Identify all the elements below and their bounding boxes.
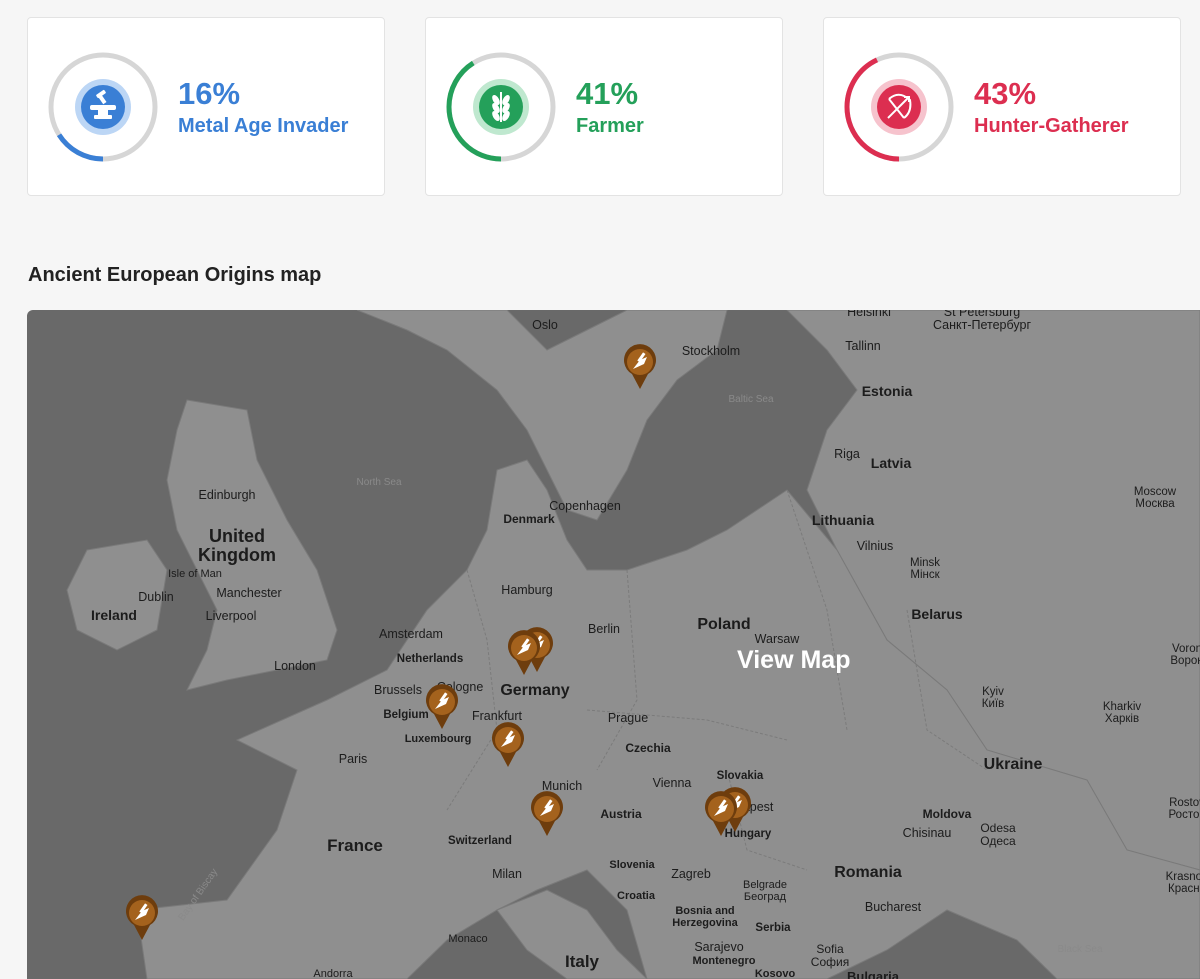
site-marker-frankfurt[interactable] xyxy=(490,722,526,768)
map-label-stockholm: Stockholm xyxy=(681,344,741,358)
map-label-united-kingdom: United Kingdom xyxy=(198,526,276,565)
map-label-netherlands: Netherlands xyxy=(396,653,464,665)
map-label-slovenia: Slovenia xyxy=(609,859,655,871)
map-label-kosovo: Kosovo xyxy=(754,968,796,979)
map-label-amsterdam: Amsterdam xyxy=(379,627,443,641)
map-label-bucharest: Bucharest xyxy=(864,900,922,914)
map-label-poland: Poland xyxy=(697,616,751,633)
map-label-copenhagen: Copenhagen xyxy=(549,499,621,513)
map-label-st-petersburg: St Petersburg Санкт-Петербург xyxy=(932,310,1032,333)
site-marker-sweden[interactable] xyxy=(622,344,658,390)
map-label-manchester: Manchester xyxy=(216,586,282,600)
map-label-denmark: Denmark xyxy=(503,512,555,526)
map-label-zagreb: Zagreb xyxy=(671,867,711,881)
map-label-berlin: Berlin xyxy=(588,622,620,636)
map-label-sofia: Sofia София xyxy=(810,942,850,969)
map-label-milan: Milan xyxy=(492,867,522,881)
metal-age-percent: 16% xyxy=(178,76,241,111)
map-label-north-sea: North Sea xyxy=(356,477,402,488)
map-label-moscow: Moscow Москва xyxy=(1133,486,1177,511)
map-label-belarus: Belarus xyxy=(911,606,963,622)
map-label-liverpool: Liverpool xyxy=(205,609,257,623)
farmer-label: Farmer xyxy=(576,115,644,137)
map-label-luxembourg: Luxembourg xyxy=(404,733,472,745)
map-label-belgrade: Belgrade Београд xyxy=(742,879,788,903)
map-label-slovakia: Slovakia xyxy=(716,770,764,782)
map-label-warsaw: Warsaw xyxy=(754,632,800,646)
map-label-france: France xyxy=(327,836,383,855)
map-label-black-sea: Black Sea xyxy=(1057,944,1103,955)
map-label-estonia: Estonia xyxy=(861,383,913,399)
site-marker-spain[interactable] xyxy=(124,895,160,941)
map-label-czechia: Czechia xyxy=(625,741,671,755)
map-label-moldova: Moldova xyxy=(922,807,972,821)
site-marker-germany-north[interactable] xyxy=(506,630,542,676)
progress-ring xyxy=(844,52,954,162)
map-label-kharkiv: Kharkiv Харків xyxy=(1102,701,1142,726)
map-label-hamburg: Hamburg xyxy=(501,583,553,597)
farmer-percent: 41% xyxy=(576,76,639,111)
map-label-chisinau: Chisinau xyxy=(902,826,952,840)
site-marker-munich[interactable] xyxy=(529,791,565,837)
map-label-paris: Paris xyxy=(338,752,368,766)
map-label-tallinn: Tallinn xyxy=(845,339,881,353)
map-label-vilnius: Vilnius xyxy=(856,539,894,553)
map-label-lithuania: Lithuania xyxy=(811,512,875,528)
ancestry-card-metal-age: 16% Metal Age Invader xyxy=(27,17,385,196)
map-label-romania: Romania xyxy=(834,864,902,881)
map-label-london: London xyxy=(274,659,316,673)
progress-ring xyxy=(446,52,556,162)
view-map-button[interactable]: View Map xyxy=(737,646,850,675)
map-label-latvia: Latvia xyxy=(870,455,912,471)
map-label-vienna: Vienna xyxy=(652,776,692,790)
map-label-ireland: Ireland xyxy=(91,607,137,623)
map-label-andorra: Andorra xyxy=(313,968,353,979)
map-label-riga: Riga xyxy=(834,447,860,461)
site-marker-belgium[interactable] xyxy=(424,684,460,730)
map-label-isle-of-man: Isle of Man xyxy=(168,568,222,580)
hunter-gatherer-label: Hunter-Gatherer xyxy=(974,115,1129,137)
map-label-serbia: Serbia xyxy=(755,922,791,934)
map-label-edinburgh: Edinburgh xyxy=(198,488,256,502)
map-label-italy: Italy xyxy=(564,952,600,971)
ancestry-card-farmer: 41% Farmer xyxy=(425,17,783,196)
ancestry-card-hunter-gatherer: 43% Hunter-Gatherer xyxy=(823,17,1181,196)
map-label-minsk: Minsk Мінск xyxy=(909,557,941,582)
map-label-voronezh: VoronВорон xyxy=(1170,643,1200,668)
map-label-switzerland: Switzerland xyxy=(448,835,512,847)
map-label-rostov: RostovРостов xyxy=(1168,797,1200,822)
map-label-brussels: Brussels xyxy=(374,683,422,697)
metal-age-label: Metal Age Invader xyxy=(178,115,349,137)
map-label-monaco: Monaco xyxy=(448,933,488,945)
map-label-germany: Germany xyxy=(500,682,570,699)
map-label-bulgaria: Bulgaria xyxy=(846,969,900,979)
map-section-title: Ancient European Origins map xyxy=(28,264,322,286)
map-label-bosnia: Bosnia and Herzegovina xyxy=(672,905,738,929)
map-label-baltic-sea: Baltic Sea xyxy=(728,394,774,405)
hunter-gatherer-percent: 43% xyxy=(974,76,1037,111)
origins-map[interactable]: Oslo Helsinki St Petersburg Санкт-Петербу… xyxy=(27,310,1200,979)
map-label-oslo: Oslo xyxy=(532,318,558,332)
map-label-belgium: Belgium xyxy=(383,709,429,721)
map-label-montenegro: Montenegro xyxy=(692,955,756,967)
map-label-prague: Prague xyxy=(607,711,649,725)
map-label-dublin: Dublin xyxy=(138,590,174,604)
map-label-odesa: Odesa Одеса xyxy=(980,821,1016,848)
map-label-ukraine: Ukraine xyxy=(983,756,1043,773)
map-label-helsinki: Helsinki xyxy=(847,310,891,319)
map-label-krasnodar: KrasnodКрасно xyxy=(1165,871,1200,896)
site-marker-hungary[interactable] xyxy=(703,791,739,837)
map-label-croatia: Croatia xyxy=(617,890,655,902)
map-label-austria: Austria xyxy=(600,807,642,821)
map-label-sarajevo: Sarajevo xyxy=(694,940,744,954)
progress-ring xyxy=(48,52,158,162)
map-label-kyiv: Kyiv Київ xyxy=(981,686,1005,711)
wheat-icon xyxy=(492,92,510,122)
